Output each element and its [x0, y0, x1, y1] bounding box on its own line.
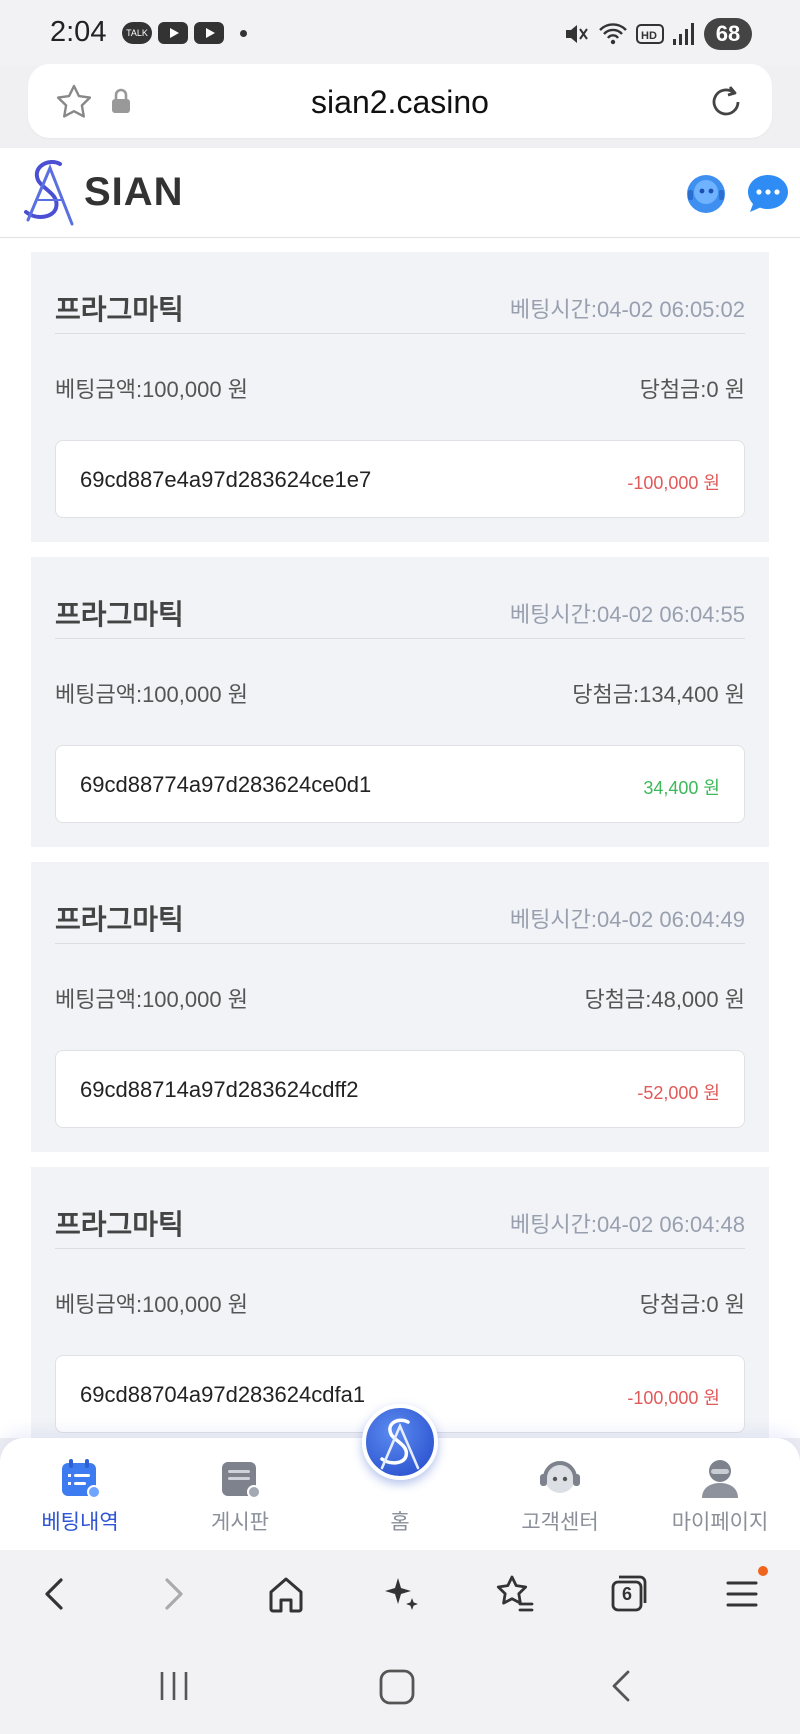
app-header: SIAN: [0, 148, 800, 238]
bet-detail-box: 69cd887e4a97d283624ce1e7 -100,000 원: [55, 440, 745, 518]
bet-amount: 베팅금액:100,000 원: [55, 377, 248, 402]
bet-card-header: 프라그마틱 베팅시간:04-02 06:05:02: [55, 268, 745, 334]
brand-name[interactable]: SIAN: [84, 170, 184, 215]
support-agent-icon: [540, 1461, 580, 1493]
tab-mypage[interactable]: 마이페이지: [640, 1438, 800, 1550]
tab-label: 마이페이지: [671, 1511, 769, 1534]
status-time: 2:04: [50, 16, 107, 48]
win-amount: 당첨금:134,400 원: [572, 682, 745, 707]
status-notifications: TALK: [122, 22, 247, 44]
wifi-icon: [599, 23, 627, 45]
status-indicators: HD 68: [562, 18, 752, 50]
system-back-icon[interactable]: [604, 1668, 640, 1704]
system-home-icon[interactable]: [378, 1668, 416, 1706]
svg-text:HD: HD: [641, 30, 657, 42]
tab-label: 홈: [390, 1511, 410, 1534]
more-notifications-icon: [240, 29, 247, 37]
youtube-icon: [158, 22, 188, 44]
youtube-icon: [194, 22, 224, 44]
bet-card-header: 프라그마틱 베팅시간:04-02 06:04:55: [55, 573, 745, 639]
chat-icon[interactable]: [746, 172, 790, 216]
reload-icon[interactable]: [706, 82, 746, 122]
bet-amount: 베팅금액:100,000 원: [55, 682, 248, 707]
bet-profit: -52,000 원: [637, 1083, 720, 1103]
bet-card[interactable]: 프라그마틱 베팅시간:04-02 06:05:02 베팅금액:100,000 원…: [31, 252, 769, 542]
system-nav-bar: [0, 1638, 800, 1734]
bet-detail-box: 69cd88774a97d283624ce0d1 34,400 원: [55, 745, 745, 823]
tab-label: 베팅내역: [41, 1511, 119, 1534]
bookmarks-icon[interactable]: [492, 1572, 536, 1616]
tabs-count: 6: [621, 1584, 632, 1604]
kakaotalk-icon: TALK: [122, 22, 152, 44]
win-amount: 당첨금:0 원: [639, 1292, 745, 1317]
tab-board[interactable]: 게시판: [160, 1438, 320, 1550]
win-amount: 당첨금:48,000 원: [584, 987, 745, 1012]
bet-card[interactable]: 프라그마틱 베팅시간:04-02 06:04:55 베팅금액:100,000 원…: [31, 557, 769, 847]
bet-profit: -100,000 원: [627, 1388, 720, 1408]
bet-card[interactable]: 프라그마틱 베팅시간:04-02 06:04:48 베팅금액:100,000 원…: [31, 1167, 769, 1438]
browser-toolbar: 6: [0, 1550, 800, 1638]
bet-id: 69cd887e4a97d283624ce1e7: [80, 467, 372, 492]
bet-id: 69cd88774a97d283624ce0d1: [80, 772, 372, 797]
bet-profit: 34,400 원: [643, 778, 720, 798]
menu-button[interactable]: [720, 1566, 768, 1616]
bet-id: 69cd88714a97d283624cdff2: [80, 1077, 359, 1102]
sian-logo-icon: [380, 1418, 420, 1470]
forward-icon[interactable]: [150, 1572, 194, 1616]
tab-betting-history[interactable]: 베팅내역: [0, 1438, 160, 1550]
bet-amount: 베팅금액:100,000 원: [55, 1292, 248, 1317]
calendar-list-icon: [62, 1459, 101, 1499]
bet-amount: 베팅금액:100,000 원: [55, 987, 248, 1012]
recent-apps-icon[interactable]: [156, 1668, 192, 1704]
tabs-button[interactable]: 6: [606, 1572, 650, 1616]
battery-indicator: 68: [704, 18, 752, 50]
status-bar: 2:04 TALK HD 68: [0, 0, 800, 66]
url-text[interactable]: sian2.casino: [28, 84, 772, 121]
bet-time: 베팅시간:04-02 06:04:48: [509, 1212, 745, 1237]
bet-time: 베팅시간:04-02 06:04:55: [509, 602, 745, 627]
signal-icon: [673, 23, 694, 45]
bet-profit: -100,000 원: [627, 473, 720, 493]
back-icon[interactable]: [34, 1572, 78, 1616]
game-provider: 프라그마틱: [55, 1209, 184, 1240]
address-bar[interactable]: sian2.casino: [28, 64, 772, 138]
home-icon[interactable]: [264, 1572, 308, 1616]
tab-support[interactable]: 고객센터: [480, 1438, 640, 1550]
menu-icon: [726, 1581, 758, 1607]
sian-logo-icon[interactable]: [20, 158, 80, 226]
user-profile-icon: [702, 1460, 738, 1498]
bet-time: 베팅시간:04-02 06:04:49: [509, 907, 745, 932]
game-provider: 프라그마틱: [55, 904, 184, 935]
bet-card-header: 프라그마틱 베팅시간:04-02 06:04:49: [55, 878, 745, 944]
support-bot-icon[interactable]: [684, 172, 728, 216]
board-icon: [222, 1462, 261, 1499]
bet-time: 베팅시간:04-02 06:05:02: [509, 297, 745, 322]
game-provider: 프라그마틱: [55, 294, 184, 325]
bet-history-list[interactable]: 프라그마틱 베팅시간:04-02 06:05:02 베팅금액:100,000 원…: [0, 238, 800, 1438]
bet-detail-box: 69cd88714a97d283624cdff2 -52,000 원: [55, 1050, 745, 1128]
notification-dot: [758, 1566, 768, 1576]
game-provider: 프라그마틱: [55, 599, 184, 630]
hd-icon: HD: [636, 24, 664, 44]
tab-label: 고객센터: [521, 1511, 599, 1534]
sparkle-icon[interactable]: [378, 1572, 422, 1616]
bet-card-header: 프라그마틱 베팅시간:04-02 06:04:48: [55, 1183, 745, 1249]
tab-label: 게시판: [211, 1511, 269, 1534]
bet-card[interactable]: 프라그마틱 베팅시간:04-02 06:04:49 베팅금액:100,000 원…: [31, 862, 769, 1152]
home-logo-button[interactable]: [362, 1404, 438, 1480]
mute-icon: [566, 25, 588, 43]
bet-id: 69cd88704a97d283624cdfa1: [80, 1382, 366, 1407]
win-amount: 당첨금:0 원: [639, 377, 745, 402]
